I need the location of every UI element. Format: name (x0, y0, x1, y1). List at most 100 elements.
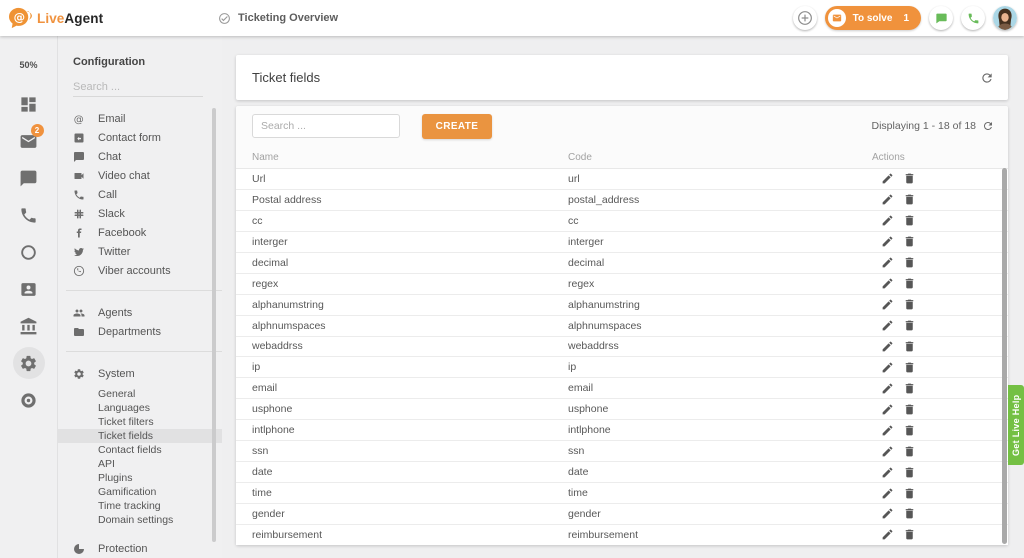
rail-item-status[interactable] (13, 236, 45, 268)
sidebar-item-video-chat[interactable]: Video chat (58, 166, 222, 185)
zoom-level[interactable]: 50% (0, 60, 57, 70)
to-solve-button[interactable]: To solve 1 (825, 6, 921, 30)
sidebar-item-protection[interactable]: Protection (58, 539, 222, 558)
tab-ticketing-overview[interactable]: Ticketing Overview (218, 0, 338, 36)
field-code: gender (568, 508, 860, 520)
edit-icon[interactable] (881, 298, 894, 311)
edit-icon[interactable] (881, 445, 894, 458)
sidebar-scrollbar[interactable] (212, 108, 216, 542)
sidebar-item-twitter[interactable]: Twitter (58, 242, 222, 261)
delete-icon[interactable] (903, 507, 916, 520)
edit-icon[interactable] (881, 214, 894, 227)
edit-icon[interactable] (881, 277, 894, 290)
delete-icon[interactable] (903, 214, 916, 227)
row-actions (860, 466, 992, 479)
edit-icon[interactable] (881, 319, 894, 332)
sidebar-item-email[interactable]: @Email (58, 109, 222, 128)
chat-icon (73, 151, 85, 163)
delete-icon[interactable] (903, 235, 916, 248)
column-header-name[interactable]: Name (252, 152, 568, 163)
edit-icon[interactable] (881, 193, 894, 206)
create-button[interactable]: CREATE (422, 114, 492, 139)
sidebar-item-chat[interactable]: Chat (58, 147, 222, 166)
edit-icon[interactable] (881, 487, 894, 500)
sidebar-item-viber-accounts[interactable]: Viber accounts (58, 261, 222, 280)
delete-icon[interactable] (903, 403, 916, 416)
field-code: postal_address (568, 194, 860, 206)
delete-icon[interactable] (903, 528, 916, 541)
table-search-input[interactable] (252, 114, 400, 138)
edit-icon[interactable] (881, 507, 894, 520)
delete-icon[interactable] (903, 172, 916, 185)
unread-badge: 2 (31, 124, 44, 137)
sidebar-subitem-time-tracking[interactable]: Time tracking (58, 499, 222, 513)
column-header-code[interactable]: Code (568, 152, 860, 163)
sidebar-subitem-domain-settings[interactable]: Domain settings (58, 513, 222, 527)
sidebar-subitem-ticket-fields[interactable]: Ticket fields (58, 429, 222, 443)
delete-icon[interactable] (903, 361, 916, 374)
delete-icon[interactable] (903, 277, 916, 290)
sidebar-subitem-general[interactable]: General (58, 387, 222, 401)
refresh-icon[interactable] (980, 71, 994, 85)
sidebar-subitem-plugins[interactable]: Plugins (58, 471, 222, 485)
sidebar-item-contact-form[interactable]: Contact form (58, 128, 222, 147)
call-button[interactable] (961, 6, 985, 30)
sidebar-item-facebook[interactable]: Facebook (58, 223, 222, 242)
rail-item-extras[interactable] (13, 384, 45, 416)
sidebar-subitem-contact-fields[interactable]: Contact fields (58, 443, 222, 457)
brand-name: LiveAgent (37, 11, 103, 26)
delete-icon[interactable] (903, 319, 916, 332)
sidebar-subitem-gamification[interactable]: Gamification (58, 485, 222, 499)
rail-item-calls[interactable] (13, 199, 45, 231)
edit-icon[interactable] (881, 172, 894, 185)
liveagent-logo[interactable]: @ LiveAgent (8, 7, 103, 29)
delete-icon[interactable] (903, 256, 916, 269)
get-live-help-tab[interactable]: Get Live Help (1008, 385, 1024, 465)
sidebar-item-system[interactable]: System (58, 364, 222, 383)
field-code: alphnumspaces (568, 320, 860, 332)
edit-icon[interactable] (881, 424, 894, 437)
edit-icon[interactable] (881, 340, 894, 353)
delete-icon[interactable] (903, 466, 916, 479)
delete-icon[interactable] (903, 424, 916, 437)
table-body: UrlurlPostal addresspostal_addressccccin… (236, 168, 1008, 545)
table-row: alphanumstringalphanumstring (236, 295, 1008, 316)
rail-item-tickets[interactable]: 2 (13, 125, 45, 157)
edit-icon[interactable] (881, 361, 894, 374)
edit-icon[interactable] (881, 403, 894, 416)
delete-icon[interactable] (903, 445, 916, 458)
gear-icon (73, 368, 85, 380)
refresh-icon[interactable] (982, 120, 994, 132)
sidebar-search-input[interactable] (73, 78, 203, 97)
sidebar-item-slack[interactable]: Slack (58, 204, 222, 223)
edit-icon[interactable] (881, 528, 894, 541)
delete-icon[interactable] (903, 382, 916, 395)
add-button[interactable] (793, 6, 817, 30)
sidebar-subitem-languages[interactable]: Languages (58, 401, 222, 415)
rail-item-dashboard[interactable] (13, 88, 45, 120)
rail-item-settings[interactable] (13, 347, 45, 379)
table-scrollbar[interactable] (1002, 168, 1007, 544)
sidebar-item-agents[interactable]: Agents (58, 303, 222, 322)
chat-button[interactable] (929, 6, 953, 30)
sidebar-subitem-ticket-filters[interactable]: Ticket filters (58, 415, 222, 429)
row-actions (860, 298, 992, 311)
sidebar-subitem-api[interactable]: API (58, 457, 222, 471)
delete-icon[interactable] (903, 298, 916, 311)
delete-icon[interactable] (903, 487, 916, 500)
user-avatar[interactable] (993, 6, 1017, 30)
sidebar-item-departments[interactable]: Departments (58, 322, 222, 341)
rail-item-contacts[interactable] (13, 273, 45, 305)
edit-icon[interactable] (881, 382, 894, 395)
sidebar-item-call[interactable]: Call (58, 185, 222, 204)
ticket-fields-card: CREATE Displaying 1 - 18 of 18 Name Code… (236, 106, 1008, 545)
delete-icon[interactable] (903, 340, 916, 353)
edit-icon[interactable] (881, 466, 894, 479)
row-actions (860, 214, 992, 227)
edit-icon[interactable] (881, 256, 894, 269)
delete-icon[interactable] (903, 193, 916, 206)
rail-item-company[interactable] (13, 310, 45, 342)
edit-icon[interactable] (881, 235, 894, 248)
rail-item-chats[interactable] (13, 162, 45, 194)
table-row: decimaldecimal (236, 253, 1008, 274)
